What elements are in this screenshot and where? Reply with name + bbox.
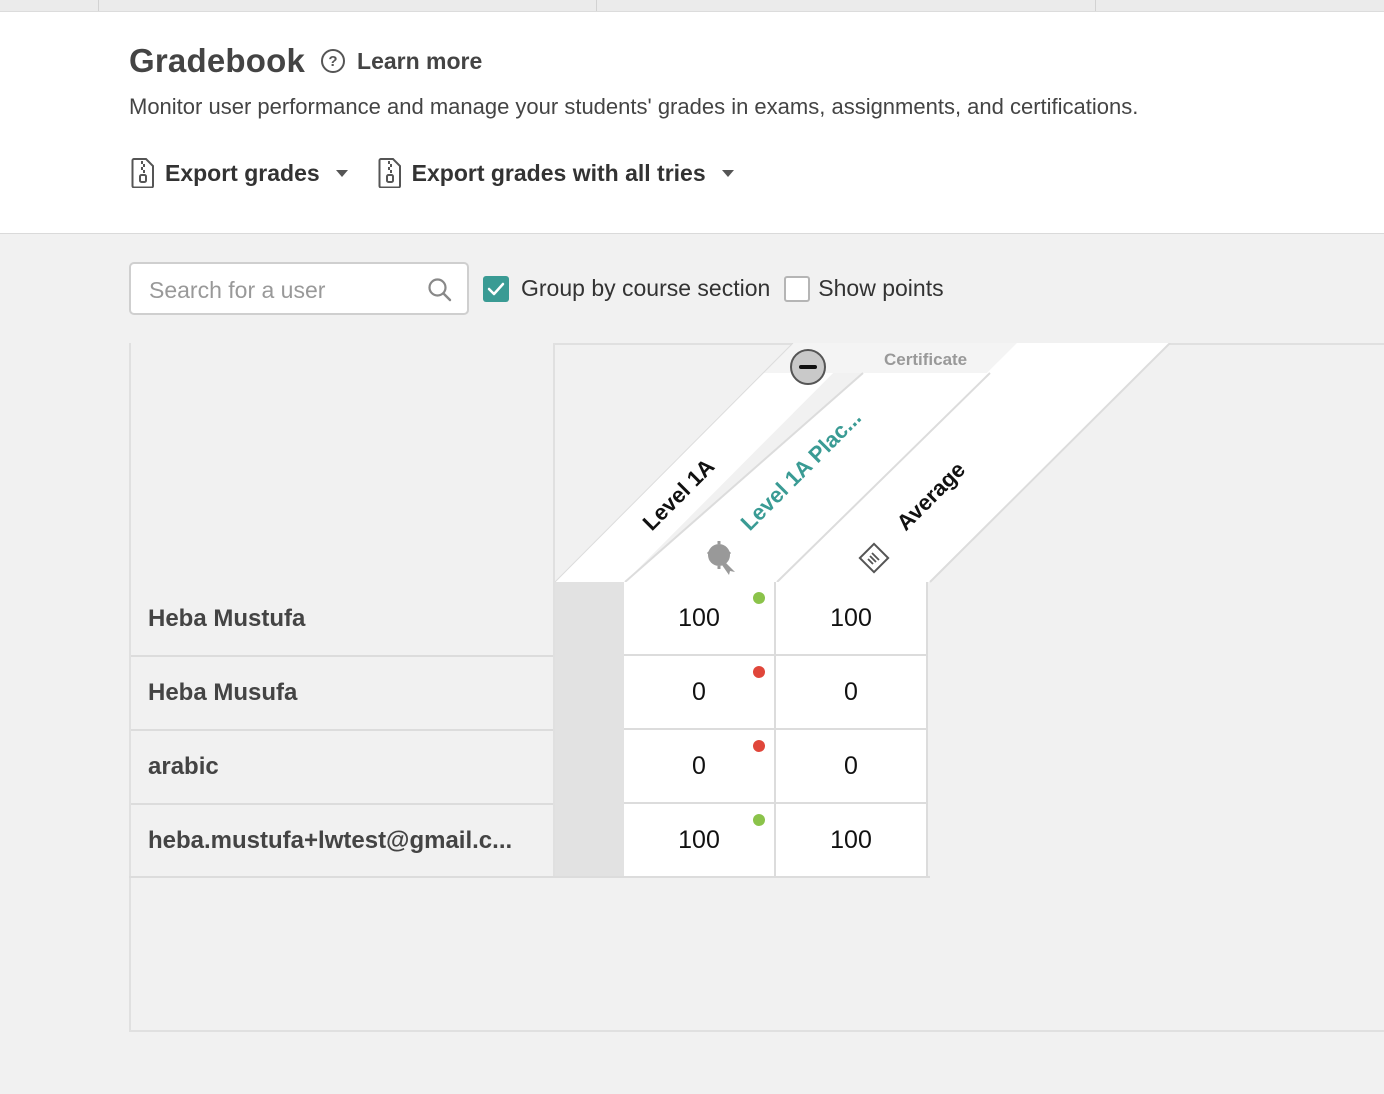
- group-by-section-label: Group by course section: [521, 275, 771, 301]
- chevron-down-icon: [721, 169, 734, 177]
- fail-status-dot: [753, 740, 765, 752]
- tab-divider: [1095, 0, 1096, 11]
- title-row: Gradebook ? Learn more: [129, 42, 482, 80]
- certificate-group-label: Certificate: [884, 350, 968, 369]
- top-tab-strip: [0, 0, 1384, 12]
- grid-bottom-border: [129, 876, 930, 878]
- average-value: 100: [830, 603, 872, 632]
- average-cell: 100: [776, 804, 928, 878]
- filter-controls: Group by course section Show points: [129, 262, 944, 315]
- grade-value: 100: [678, 603, 720, 632]
- collapse-section-button[interactable]: [790, 349, 826, 385]
- average-value: 100: [830, 825, 872, 854]
- user-name-row[interactable]: Heba Mustufa: [131, 582, 553, 655]
- tab-divider: [596, 0, 597, 11]
- export-grades-label: Export grades: [165, 159, 320, 186]
- fail-status-dot: [753, 666, 765, 678]
- grade-value: 100: [678, 825, 720, 854]
- group-by-section-toggle[interactable]: Group by course section: [483, 275, 770, 302]
- grade-value: 0: [692, 751, 706, 780]
- zip-file-icon: [378, 158, 401, 188]
- pass-status-dot: [753, 814, 765, 826]
- tab-divider: [98, 0, 99, 11]
- user-name-row[interactable]: arabic: [131, 729, 553, 802]
- user-name-row[interactable]: heba.mustufa+lwtest@gmail.c...: [131, 803, 553, 876]
- checkbox-unchecked[interactable]: [784, 275, 811, 302]
- zip-file-icon: [131, 158, 154, 188]
- search-input[interactable]: [147, 276, 421, 304]
- export-toolbar: Export grades Export grades with all tri…: [131, 158, 764, 188]
- average-cell: 100: [776, 582, 928, 656]
- search-icon[interactable]: [427, 277, 453, 303]
- grade-cell[interactable]: 100: [624, 804, 776, 878]
- export-grades-all-tries-label: Export grades with all tries: [411, 159, 706, 186]
- average-cell: 0: [776, 656, 928, 730]
- grade-cell[interactable]: 100: [624, 582, 776, 656]
- certificate-badge-icon: [706, 541, 735, 575]
- chevron-down-icon: [335, 169, 348, 177]
- show-points-toggle[interactable]: Show points: [784, 275, 944, 302]
- export-grades-button[interactable]: Export grades: [131, 158, 348, 188]
- page-header: Gradebook ? Learn more Monitor user perf…: [0, 12, 1384, 234]
- export-grades-all-tries-button[interactable]: Export grades with all tries: [378, 158, 734, 188]
- page-subtitle: Monitor user performance and manage your…: [129, 94, 1139, 119]
- grade-value: 0: [692, 677, 706, 706]
- user-name-row[interactable]: Heba Musufa: [131, 655, 553, 728]
- average-icon: [858, 542, 890, 574]
- checkbox-checked[interactable]: [483, 275, 509, 302]
- average-value: 0: [844, 751, 858, 780]
- checkmark-icon: [487, 282, 505, 295]
- grade-cell[interactable]: 0: [624, 656, 776, 730]
- minus-icon: [799, 365, 817, 369]
- section-column: [555, 582, 625, 878]
- help-icon: ?: [321, 49, 346, 73]
- show-points-label: Show points: [818, 275, 944, 301]
- user-search[interactable]: [129, 262, 469, 315]
- average-value: 0: [844, 677, 858, 706]
- learn-more-button[interactable]: ? Learn more: [321, 48, 482, 75]
- learn-more-label: Learn more: [357, 47, 483, 74]
- average-cell: 0: [776, 730, 928, 804]
- pass-status-dot: [753, 592, 765, 604]
- grade-cell[interactable]: 0: [624, 730, 776, 804]
- page-title: Gradebook: [129, 42, 306, 79]
